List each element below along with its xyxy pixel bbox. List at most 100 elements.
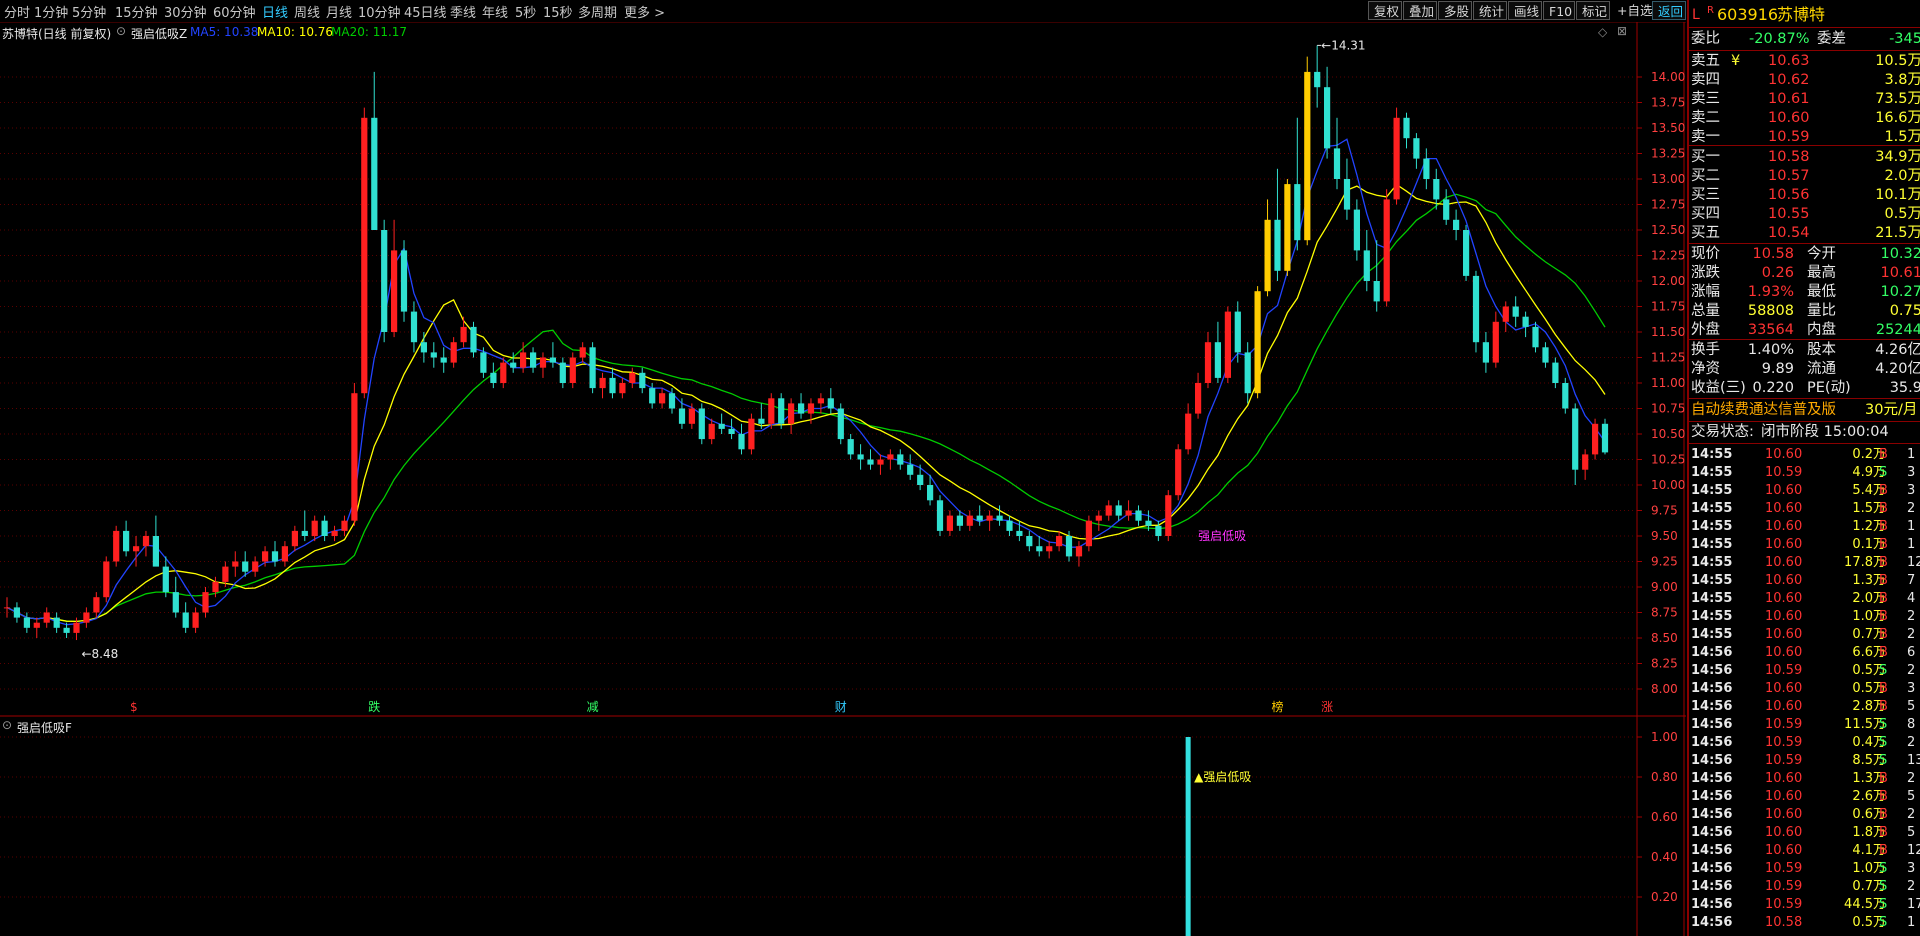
candle-body <box>1383 199 1390 302</box>
candle-body <box>1155 525 1162 536</box>
period-tab-quarterly[interactable]: 季线 <box>450 2 476 21</box>
candle <box>1482 332 1489 373</box>
promo-text[interactable]: 自动续费通达信普及版 <box>1691 401 1836 420</box>
candle-body <box>649 388 656 404</box>
period-tab-10min[interactable]: 10分钟 <box>358 2 401 21</box>
price-tick-label: 9.75 <box>1651 504 1678 518</box>
candle-body <box>1075 546 1083 557</box>
candle-body <box>1314 71 1321 88</box>
period-tab-30min[interactable]: 30分钟 <box>164 2 207 21</box>
candle <box>152 515 159 567</box>
period-tab-5sec[interactable]: 5秒 <box>515 2 536 21</box>
high-price-label: ←14.31 <box>1321 38 1365 52</box>
candle <box>1214 321 1221 383</box>
bid-row: 买五 10.54 21.5万 <box>1689 224 1920 243</box>
add-favorite-button[interactable]: +自选 <box>1612 1 1652 20</box>
tick-count: 2 <box>1907 609 1916 624</box>
tick-count: 13 <box>1907 753 1920 768</box>
candle-body <box>1324 87 1331 149</box>
period-tab-fenshi[interactable]: 分时 <box>4 2 30 21</box>
draw-line-button[interactable]: 画线 <box>1508 1 1542 20</box>
candle-body <box>678 408 686 424</box>
candle-body <box>1304 71 1311 241</box>
tick-time: 14:56 <box>1691 843 1733 858</box>
candle-body <box>133 546 140 552</box>
candle <box>569 352 576 389</box>
price-tick-label: 12.75 <box>1651 198 1685 212</box>
candle-body <box>311 520 318 536</box>
tick-direction: B <box>1879 609 1888 624</box>
period-tab-daily[interactable]: 日线 <box>262 2 288 21</box>
candle <box>13 602 20 623</box>
mark-button[interactable]: 标记 <box>1576 1 1610 20</box>
multi-stock-button[interactable]: 多股 <box>1438 1 1472 20</box>
tick-direction: S <box>1879 717 1888 732</box>
back-button[interactable]: 返回 <box>1652 1 1686 20</box>
candle <box>718 413 725 434</box>
candle-body <box>331 530 338 536</box>
candle-body <box>1006 520 1013 531</box>
period-tab-1min[interactable]: 1分钟 <box>34 2 68 21</box>
candle <box>1512 296 1519 327</box>
tick-price: 10.60 <box>1765 681 1803 696</box>
price-tick-label: 8.00 <box>1651 682 1678 696</box>
candle-body <box>778 398 785 424</box>
candle-body <box>440 357 447 363</box>
sub-indicator-panel: ▲强启低吸 <box>1185 737 1251 936</box>
kline-chart[interactable]: 14.00 13.75 13.50 13.25 13.00 12.75 12.50 12.25… <box>0 22 1686 936</box>
overlay-button[interactable]: 叠加 <box>1403 1 1437 20</box>
quote-panel: L R 603916 苏博特 委比 -20.87% 委差 -345 卖五 ¥10.… <box>1687 0 1920 936</box>
period-tab-monthly[interactable]: 月线 <box>326 2 352 21</box>
f10-button[interactable]: F10 <box>1543 1 1575 20</box>
tick-row: 14:55 10.60 1.5万 B 2 <box>1689 500 1920 518</box>
tick-row: 14:55 10.60 0.7万 B 2 <box>1689 626 1920 644</box>
period-tab-15sec[interactable]: 15秒 <box>543 2 573 21</box>
promo-row[interactable]: 自动续费通达信普及版 30元/月 <box>1689 401 1920 420</box>
candle <box>1463 224 1470 281</box>
tick-row: 14:56 10.59 0.5万 S 2 <box>1689 662 1920 680</box>
period-tab-yearly[interactable]: 年线 <box>482 2 508 21</box>
candle <box>1026 530 1033 552</box>
candle <box>639 367 646 394</box>
candle <box>1125 500 1132 521</box>
candle-body <box>510 362 517 368</box>
period-tab-60min[interactable]: 60分钟 <box>213 2 256 21</box>
tick-row: 14:55 10.60 1.0万 B 2 <box>1689 608 1920 626</box>
period-tab-45day[interactable]: 45日线 <box>404 2 447 21</box>
tick-direction: B <box>1879 501 1888 516</box>
tick-row: 14:5610.598.5万S13 <box>1689 752 1920 770</box>
stock-name[interactable]: 苏博特 <box>1777 4 1825 26</box>
period-more-menu[interactable]: 更多 > <box>624 2 665 21</box>
promo-price: 30元/月 <box>1865 402 1918 418</box>
period-tab-multi[interactable]: 多周期 <box>578 2 617 21</box>
candle-body <box>1294 184 1301 241</box>
ask-row: 卖三 10.61 73.5万 <box>1689 90 1920 109</box>
period-tab-15min[interactable]: 15分钟 <box>115 2 158 21</box>
candle <box>1343 158 1351 220</box>
candle-body <box>1026 536 1033 547</box>
candle-body <box>172 592 179 613</box>
period-tab-5min[interactable]: 5分钟 <box>72 2 106 21</box>
candle-body <box>1582 454 1589 470</box>
candle <box>778 393 785 429</box>
candle-body <box>1095 515 1102 521</box>
candle <box>907 454 914 480</box>
candle-body <box>1482 342 1489 363</box>
candle <box>381 219 388 343</box>
bid-level-label: 买三 <box>1691 187 1720 203</box>
candle-body <box>500 362 507 383</box>
tick-price: 10.59 <box>1765 897 1803 912</box>
candle <box>936 495 944 536</box>
period-tab-weekly[interactable]: 周线 <box>294 2 320 21</box>
stock-code[interactable]: 603916 <box>1717 4 1778 26</box>
bid-price: 10.54 <box>1768 225 1810 241</box>
candle-body <box>222 566 229 582</box>
candle <box>1294 117 1301 251</box>
statistics-button[interactable]: 统计 <box>1473 1 1507 20</box>
tick-price: 10.60 <box>1765 789 1803 804</box>
candle-body <box>381 230 388 332</box>
fuquan-button[interactable]: 复权 <box>1368 1 1402 20</box>
candle <box>867 449 874 470</box>
stat-label: 总量 <box>1691 303 1720 319</box>
tick-count: 12 <box>1907 843 1920 858</box>
